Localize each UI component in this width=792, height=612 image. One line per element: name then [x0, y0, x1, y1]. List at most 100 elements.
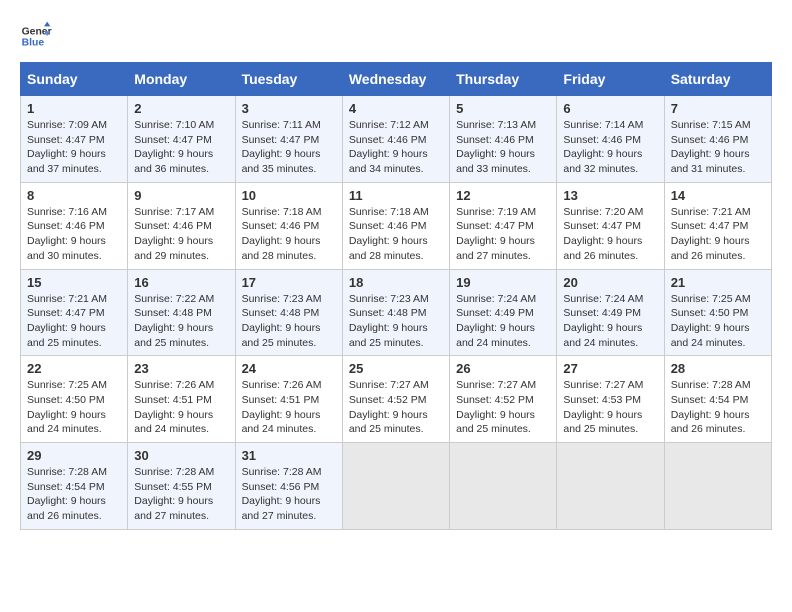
- cell-content: Sunrise: 7:25 AM Sunset: 4:50 PM Dayligh…: [671, 292, 765, 351]
- day-number: 29: [27, 448, 121, 463]
- calendar-cell: 17 Sunrise: 7:23 AM Sunset: 4:48 PM Dayl…: [235, 269, 342, 356]
- daylight-label: Daylight: 9 hours and 26 minutes.: [671, 235, 750, 262]
- sunset-label: Sunset: 4:56 PM: [242, 481, 320, 493]
- daylight-label: Daylight: 9 hours and 29 minutes.: [134, 235, 213, 262]
- calendar-cell: 1 Sunrise: 7:09 AM Sunset: 4:47 PM Dayli…: [21, 96, 128, 183]
- cell-content: Sunrise: 7:25 AM Sunset: 4:50 PM Dayligh…: [27, 378, 121, 437]
- day-number: 8: [27, 188, 121, 203]
- sunrise-label: Sunrise: 7:24 AM: [456, 293, 536, 305]
- sunset-label: Sunset: 4:46 PM: [134, 220, 212, 232]
- calendar-cell: 2 Sunrise: 7:10 AM Sunset: 4:47 PM Dayli…: [128, 96, 235, 183]
- sunset-label: Sunset: 4:47 PM: [134, 134, 212, 146]
- day-number: 19: [456, 275, 550, 290]
- daylight-label: Daylight: 9 hours and 32 minutes.: [563, 148, 642, 175]
- day-number: 4: [349, 101, 443, 116]
- sunrise-label: Sunrise: 7:26 AM: [134, 379, 214, 391]
- calendar-cell: 6 Sunrise: 7:14 AM Sunset: 4:46 PM Dayli…: [557, 96, 664, 183]
- sunset-label: Sunset: 4:52 PM: [349, 394, 427, 406]
- cell-content: Sunrise: 7:15 AM Sunset: 4:46 PM Dayligh…: [671, 118, 765, 177]
- calendar-cell: 20 Sunrise: 7:24 AM Sunset: 4:49 PM Dayl…: [557, 269, 664, 356]
- daylight-label: Daylight: 9 hours and 24 minutes.: [134, 409, 213, 436]
- sunrise-label: Sunrise: 7:21 AM: [671, 206, 751, 218]
- sunrise-label: Sunrise: 7:27 AM: [456, 379, 536, 391]
- sunrise-label: Sunrise: 7:22 AM: [134, 293, 214, 305]
- daylight-label: Daylight: 9 hours and 25 minutes.: [349, 322, 428, 349]
- cell-content: Sunrise: 7:27 AM Sunset: 4:52 PM Dayligh…: [456, 378, 550, 437]
- day-number: 7: [671, 101, 765, 116]
- cell-content: Sunrise: 7:22 AM Sunset: 4:48 PM Dayligh…: [134, 292, 228, 351]
- svg-text:Blue: Blue: [22, 38, 45, 49]
- daylight-label: Daylight: 9 hours and 27 minutes.: [134, 495, 213, 522]
- calendar-week-row: 29 Sunrise: 7:28 AM Sunset: 4:54 PM Dayl…: [21, 443, 772, 530]
- sunrise-label: Sunrise: 7:27 AM: [563, 379, 643, 391]
- daylight-label: Daylight: 9 hours and 26 minutes.: [27, 495, 106, 522]
- cell-content: Sunrise: 7:23 AM Sunset: 4:48 PM Dayligh…: [349, 292, 443, 351]
- sunrise-label: Sunrise: 7:25 AM: [27, 379, 107, 391]
- header-day-wednesday: Wednesday: [342, 63, 449, 96]
- sunrise-label: Sunrise: 7:10 AM: [134, 119, 214, 131]
- sunrise-label: Sunrise: 7:25 AM: [671, 293, 751, 305]
- daylight-label: Daylight: 9 hours and 28 minutes.: [349, 235, 428, 262]
- calendar-cell: [557, 443, 664, 530]
- cell-content: Sunrise: 7:27 AM Sunset: 4:53 PM Dayligh…: [563, 378, 657, 437]
- calendar-cell: 8 Sunrise: 7:16 AM Sunset: 4:46 PM Dayli…: [21, 182, 128, 269]
- cell-content: Sunrise: 7:12 AM Sunset: 4:46 PM Dayligh…: [349, 118, 443, 177]
- daylight-label: Daylight: 9 hours and 33 minutes.: [456, 148, 535, 175]
- calendar-cell: 19 Sunrise: 7:24 AM Sunset: 4:49 PM Dayl…: [450, 269, 557, 356]
- header-day-monday: Monday: [128, 63, 235, 96]
- daylight-label: Daylight: 9 hours and 34 minutes.: [349, 148, 428, 175]
- sunset-label: Sunset: 4:47 PM: [27, 307, 105, 319]
- day-number: 11: [349, 188, 443, 203]
- calendar-cell: 29 Sunrise: 7:28 AM Sunset: 4:54 PM Dayl…: [21, 443, 128, 530]
- day-number: 16: [134, 275, 228, 290]
- daylight-label: Daylight: 9 hours and 24 minutes.: [563, 322, 642, 349]
- sunset-label: Sunset: 4:51 PM: [134, 394, 212, 406]
- header-day-thursday: Thursday: [450, 63, 557, 96]
- day-number: 12: [456, 188, 550, 203]
- sunset-label: Sunset: 4:54 PM: [671, 394, 749, 406]
- day-number: 22: [27, 361, 121, 376]
- day-number: 25: [349, 361, 443, 376]
- calendar-cell: 18 Sunrise: 7:23 AM Sunset: 4:48 PM Dayl…: [342, 269, 449, 356]
- sunset-label: Sunset: 4:46 PM: [671, 134, 749, 146]
- daylight-label: Daylight: 9 hours and 24 minutes.: [27, 409, 106, 436]
- cell-content: Sunrise: 7:28 AM Sunset: 4:56 PM Dayligh…: [242, 465, 336, 524]
- day-number: 13: [563, 188, 657, 203]
- cell-content: Sunrise: 7:26 AM Sunset: 4:51 PM Dayligh…: [242, 378, 336, 437]
- calendar-cell: [450, 443, 557, 530]
- calendar-cell: 13 Sunrise: 7:20 AM Sunset: 4:47 PM Dayl…: [557, 182, 664, 269]
- calendar-cell: 11 Sunrise: 7:18 AM Sunset: 4:46 PM Dayl…: [342, 182, 449, 269]
- daylight-label: Daylight: 9 hours and 24 minutes.: [671, 322, 750, 349]
- day-number: 20: [563, 275, 657, 290]
- calendar-cell: 4 Sunrise: 7:12 AM Sunset: 4:46 PM Dayli…: [342, 96, 449, 183]
- day-number: 21: [671, 275, 765, 290]
- sunrise-label: Sunrise: 7:13 AM: [456, 119, 536, 131]
- sunrise-label: Sunrise: 7:28 AM: [27, 466, 107, 478]
- cell-content: Sunrise: 7:13 AM Sunset: 4:46 PM Dayligh…: [456, 118, 550, 177]
- sunset-label: Sunset: 4:47 PM: [242, 134, 320, 146]
- calendar-cell: 21 Sunrise: 7:25 AM Sunset: 4:50 PM Dayl…: [664, 269, 771, 356]
- cell-content: Sunrise: 7:24 AM Sunset: 4:49 PM Dayligh…: [456, 292, 550, 351]
- sunrise-label: Sunrise: 7:20 AM: [563, 206, 643, 218]
- cell-content: Sunrise: 7:18 AM Sunset: 4:46 PM Dayligh…: [349, 205, 443, 264]
- day-number: 24: [242, 361, 336, 376]
- daylight-label: Daylight: 9 hours and 25 minutes.: [456, 409, 535, 436]
- calendar-cell: 5 Sunrise: 7:13 AM Sunset: 4:46 PM Dayli…: [450, 96, 557, 183]
- sunset-label: Sunset: 4:47 PM: [563, 220, 641, 232]
- cell-content: Sunrise: 7:23 AM Sunset: 4:48 PM Dayligh…: [242, 292, 336, 351]
- cell-content: Sunrise: 7:27 AM Sunset: 4:52 PM Dayligh…: [349, 378, 443, 437]
- daylight-label: Daylight: 9 hours and 36 minutes.: [134, 148, 213, 175]
- sunset-label: Sunset: 4:54 PM: [27, 481, 105, 493]
- calendar-cell: 7 Sunrise: 7:15 AM Sunset: 4:46 PM Dayli…: [664, 96, 771, 183]
- calendar-cell: 3 Sunrise: 7:11 AM Sunset: 4:47 PM Dayli…: [235, 96, 342, 183]
- daylight-label: Daylight: 9 hours and 31 minutes.: [671, 148, 750, 175]
- cell-content: Sunrise: 7:10 AM Sunset: 4:47 PM Dayligh…: [134, 118, 228, 177]
- sunrise-label: Sunrise: 7:21 AM: [27, 293, 107, 305]
- calendar-cell: 23 Sunrise: 7:26 AM Sunset: 4:51 PM Dayl…: [128, 356, 235, 443]
- calendar-week-row: 1 Sunrise: 7:09 AM Sunset: 4:47 PM Dayli…: [21, 96, 772, 183]
- sunset-label: Sunset: 4:53 PM: [563, 394, 641, 406]
- cell-content: Sunrise: 7:28 AM Sunset: 4:55 PM Dayligh…: [134, 465, 228, 524]
- sunset-label: Sunset: 4:50 PM: [27, 394, 105, 406]
- sunrise-label: Sunrise: 7:28 AM: [134, 466, 214, 478]
- sunset-label: Sunset: 4:51 PM: [242, 394, 320, 406]
